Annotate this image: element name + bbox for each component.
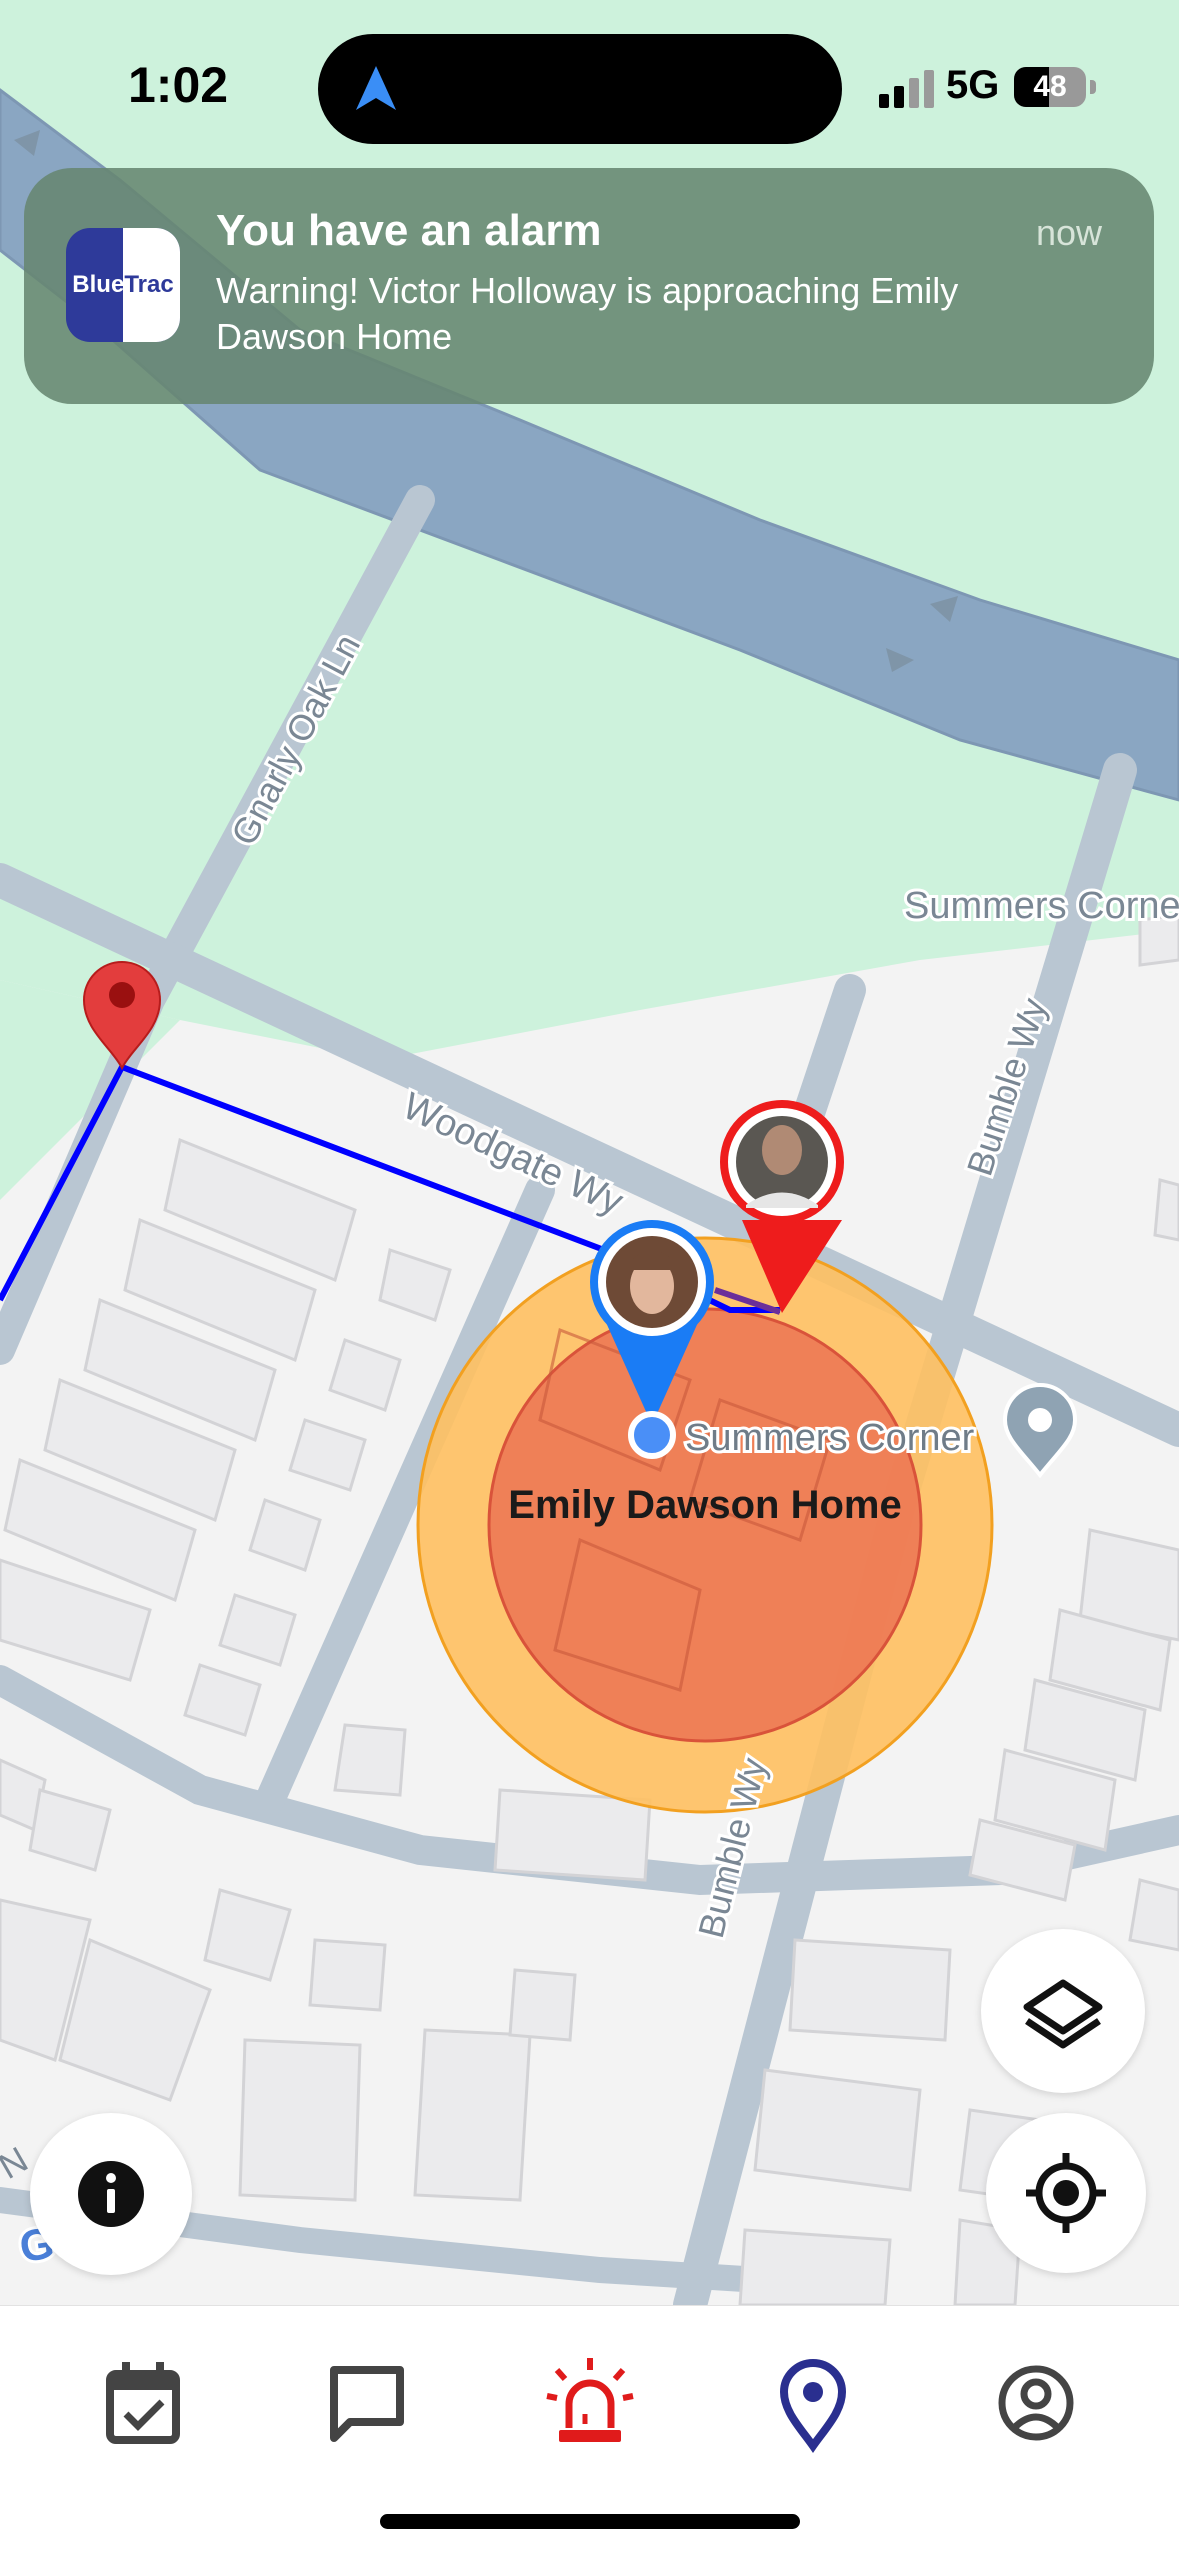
status-bar: 1:02 5G 48 — [0, 0, 1179, 170]
navigation-arrow-icon — [356, 66, 396, 110]
cellular-signal-icon — [879, 70, 934, 108]
tab-locations[interactable] — [758, 2348, 868, 2458]
info-icon — [78, 2161, 144, 2227]
calendar-check-icon — [106, 2362, 180, 2444]
dynamic-island — [318, 34, 842, 144]
map-layers-button[interactable] — [981, 1929, 1145, 2093]
layers-icon — [1023, 1979, 1103, 2049]
tab-messages[interactable] — [312, 2348, 422, 2458]
alarm-notification[interactable]: BlueTrac You have an alarm now Warning! … — [24, 168, 1154, 404]
notification-message: Warning! Victor Holloway is approaching … — [216, 270, 959, 357]
chat-icon — [330, 2366, 404, 2442]
siren-alarm-icon — [546, 2358, 634, 2442]
status-time: 1:02 — [128, 57, 229, 113]
crosshair-location-icon — [1026, 2153, 1106, 2233]
account-icon — [998, 2365, 1074, 2441]
network-type: 5G — [946, 63, 1000, 107]
battery-icon: 48 — [1014, 67, 1098, 107]
app-icon-text: BlueTrac — [72, 271, 174, 298]
home-indicator — [380, 2514, 800, 2529]
tab-profile[interactable] — [981, 2348, 1091, 2458]
notification-time: now — [1035, 212, 1102, 253]
location-pin-icon — [779, 2359, 847, 2454]
app-icon: BlueTrac — [66, 228, 180, 342]
my-location-button[interactable] — [986, 2113, 1146, 2273]
notification-title: You have an alarm — [216, 206, 602, 255]
tab-schedule[interactable] — [88, 2348, 198, 2458]
battery-level: 48 — [1033, 70, 1067, 103]
info-button[interactable] — [30, 2113, 192, 2275]
street-label: Summers Corner — [904, 885, 1179, 927]
geofence-label: Emily Dawson Home — [508, 1483, 901, 1527]
tab-alarms[interactable] — [535, 2348, 645, 2458]
place-label: Summers Corner — [685, 1417, 975, 1459]
